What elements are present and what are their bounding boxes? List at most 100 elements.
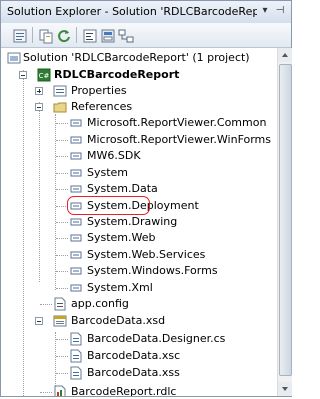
scroll-down-icon[interactable] (278, 382, 292, 396)
tree-guide (56, 255, 68, 256)
csharp-project-icon: C# (37, 68, 51, 82)
reference-icon (70, 185, 82, 193)
reference-icon (70, 136, 82, 144)
tree-item-label: System.Web.Services (87, 248, 206, 261)
tree-guide (56, 373, 68, 374)
collapse-icon[interactable] (19, 71, 27, 79)
tree-item-reference[interactable]: Microsoft.ReportViewer.WinForms (1, 132, 277, 148)
tree-item-label: System.Web (87, 231, 156, 244)
tree-item-label: System (87, 166, 129, 179)
toolbar (1, 23, 291, 48)
tree-item-label: Solution 'RDLCBarcodeReport' (1 project) (23, 51, 250, 64)
tree-item-rdlc[interactable]: BarcodeReport.rdlc (1, 384, 277, 396)
tree-item-label: BarcodeData.xsc (87, 349, 181, 362)
toolbar-separator (32, 27, 33, 43)
show-all-files-icon[interactable] (37, 27, 55, 45)
tree-item-label: MW6.SDK (87, 149, 141, 162)
tree-guide (56, 238, 68, 239)
vertical-scrollbar[interactable] (277, 48, 292, 396)
tree-item-reference[interactable]: System.Data (1, 181, 277, 197)
solution-explorer-window: Solution Explorer - Solution 'RDLCBarcod… (0, 0, 292, 397)
tree-item-solution[interactable]: Solution 'RDLCBarcodeReport' (1 project) (1, 50, 277, 66)
tree-item-label: System.Data (87, 182, 158, 195)
report-file-icon (54, 385, 66, 396)
title-bar: Solution Explorer - Solution 'RDLCBarcod… (1, 1, 291, 24)
reference-icon (70, 119, 82, 127)
tree-item-reference[interactable]: Microsoft.ReportViewer.Common (1, 115, 277, 131)
solution-tree: Solution 'RDLCBarcodeReport' (1 project)… (1, 48, 277, 396)
tree-item-label: BarcodeData.xss (87, 366, 180, 379)
dropdown-icon[interactable]: ▾ (258, 4, 272, 18)
config-file-icon (54, 297, 66, 311)
tree-item-project[interactable]: C# RDLCBarcodeReport (1, 67, 277, 83)
tree-item-app-config[interactable]: app.config (1, 296, 277, 312)
tree-item-reference[interactable]: System.Windows.Forms (1, 263, 277, 279)
tree-item-label: Microsoft.ReportViewer.WinForms (87, 133, 272, 146)
toolbar-separator (76, 27, 77, 43)
properties-folder-icon (53, 85, 67, 97)
reference-icon (70, 218, 82, 226)
folder-icon (53, 102, 67, 113)
tree-guide (56, 189, 68, 190)
collapse-icon[interactable] (35, 103, 43, 111)
reference-icon (70, 234, 82, 242)
window-title: Solution Explorer - Solution 'RDLCBarcod… (7, 5, 257, 18)
tree-guide (56, 123, 68, 124)
tree-item-reference[interactable]: System.Web.Services (1, 247, 277, 263)
mw6-sdk-highlight (67, 196, 150, 215)
tree-item-xsd-child[interactable]: BarcodeData.xsc (1, 348, 277, 364)
tree-item-reference[interactable]: MW6.SDK (1, 148, 277, 164)
tree-item-label: Properties (71, 84, 127, 97)
tree-item-reference[interactable]: System.Web (1, 230, 277, 246)
tree-item-reference[interactable]: System (1, 165, 277, 181)
tree-guide (56, 339, 68, 340)
tree-item-reference[interactable]: System.Drawing (1, 214, 277, 230)
tree-guide (40, 304, 52, 305)
collapse-icon[interactable] (35, 317, 43, 325)
class-diagram-icon[interactable] (117, 27, 135, 45)
tree-item-xsd-child[interactable]: BarcodeData.xss (1, 365, 277, 381)
file-icon (70, 349, 82, 363)
tree-item-xsd[interactable]: BarcodeData.xsd (1, 313, 277, 329)
tree-guide (56, 140, 68, 141)
reference-icon (70, 284, 82, 292)
reference-icon (70, 267, 82, 275)
tree-item-properties[interactable]: Properties (1, 83, 277, 99)
tree-guide (56, 271, 68, 272)
tree-item-label: System.Windows.Forms (87, 264, 218, 277)
tree-guide (40, 392, 52, 393)
tree-item-references[interactable]: References (1, 99, 277, 115)
tree-guide (56, 288, 68, 289)
tree-item-xsd-child[interactable]: BarcodeData.Designer.cs (1, 331, 277, 347)
view-code-icon[interactable] (81, 27, 99, 45)
scrollbar-thumb[interactable] (279, 64, 292, 376)
tree-item-label: RDLCBarcodeReport (54, 68, 180, 81)
reference-icon (70, 251, 82, 259)
tree-guide (56, 222, 68, 223)
tree-item-reference[interactable]: System.Xml (1, 280, 277, 296)
view-designer-icon[interactable] (99, 27, 117, 45)
tree-item-label: app.config (71, 297, 129, 310)
tree-item-label: System.Drawing (87, 215, 178, 228)
reference-icon (70, 169, 82, 177)
tree-guide (56, 356, 68, 357)
expand-icon[interactable] (35, 87, 43, 95)
pin-icon[interactable]: ⊣ (273, 4, 287, 18)
tree-item-label: BarcodeData.Designer.cs (87, 332, 226, 345)
tree-guide (56, 156, 68, 157)
scroll-up-icon[interactable] (278, 48, 292, 62)
properties-icon[interactable] (11, 27, 29, 45)
tree-item-label: System.Xml (87, 281, 153, 294)
tree-guide (56, 173, 68, 174)
tree-item-label: BarcodeReport.rdlc (71, 385, 177, 396)
svg-text:C#: C# (39, 72, 50, 80)
dataset-icon (53, 315, 67, 327)
refresh-icon[interactable] (55, 27, 73, 45)
solution-icon (7, 52, 21, 64)
tree-item-label: Microsoft.ReportViewer.Common (87, 116, 267, 129)
tree-item-label: References (71, 100, 133, 113)
file-icon (70, 366, 82, 380)
reference-icon (70, 152, 82, 160)
tree-item-label: BarcodeData.xsd (71, 314, 166, 327)
cs-file-icon (70, 332, 82, 346)
